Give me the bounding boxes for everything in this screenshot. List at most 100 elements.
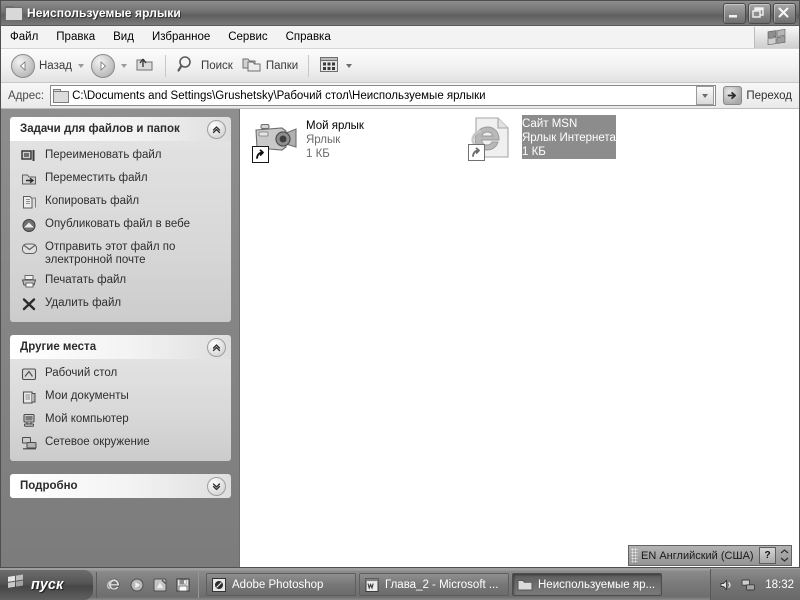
- forward-button[interactable]: [87, 53, 119, 79]
- title-bar[interactable]: Неиспользуемые ярлыки: [1, 1, 799, 26]
- restore-button[interactable]: [748, 2, 771, 24]
- task-button-label: Неиспользуемые яр...: [538, 578, 656, 591]
- forward-dropdown[interactable]: [119, 54, 130, 78]
- go-button[interactable]: Переход: [720, 85, 796, 106]
- internet-explorer-icon: [468, 115, 518, 161]
- panel-details-header[interactable]: Подробно: [10, 474, 231, 498]
- minimize-button[interactable]: [723, 2, 746, 24]
- file-type: Ярлык: [306, 134, 341, 146]
- file-size: 1 КБ: [306, 148, 330, 160]
- task-copy-file[interactable]: Копировать файл: [20, 194, 223, 211]
- start-button[interactable]: пуск: [0, 569, 93, 600]
- place-label: Рабочий стол: [45, 367, 118, 379]
- save-floppy-icon[interactable]: [174, 576, 191, 593]
- address-bar: Адрес: C:\Documents and Settings\Grushet…: [1, 83, 799, 109]
- menu-item-favorites[interactable]: Избранное: [143, 29, 219, 46]
- word-icon: [364, 577, 380, 593]
- email-icon: [20, 240, 38, 257]
- address-input[interactable]: C:\Documents and Settings\Grushetsky\Раб…: [50, 85, 717, 106]
- task-rename-file[interactable]: Переименовать файл: [20, 148, 223, 165]
- task-label: Печатать файл: [45, 274, 127, 286]
- up-button[interactable]: [130, 53, 159, 79]
- language-bar[interactable]: EN Английский (США) ?: [628, 545, 792, 566]
- task-button-photoshop[interactable]: Adobe Photoshop: [206, 573, 356, 596]
- help-button[interactable]: ?: [759, 547, 776, 564]
- show-desktop-icon[interactable]: [151, 576, 168, 593]
- desktop-icon: [20, 366, 38, 383]
- file-list[interactable]: Мой ярлык Ярлык 1 КБ Сайт MSN Ярлык Инте…: [240, 109, 799, 567]
- menu-item-file[interactable]: Файл: [1, 29, 47, 46]
- panel-file-tasks-body: Переименовать файл Переместить файл Копи…: [10, 141, 231, 322]
- forward-arrow-icon: [90, 53, 115, 78]
- rename-icon: [20, 148, 38, 165]
- place-my-documents[interactable]: Мои документы: [20, 389, 223, 406]
- place-label: Мой компьютер: [45, 413, 129, 425]
- task-buttons: Adobe Photoshop Глава_2 - Microsoft ...: [206, 573, 710, 596]
- publish-web-icon: [20, 217, 38, 234]
- clock[interactable]: 18:32: [765, 579, 794, 591]
- menu-item-help[interactable]: Справка: [277, 29, 340, 46]
- drag-handle[interactable]: [631, 548, 638, 563]
- task-publish-file-to-web[interactable]: Опубликовать файл в вебе: [20, 217, 223, 234]
- menu-item-edit[interactable]: Правка: [47, 29, 104, 46]
- address-value: C:\Documents and Settings\Grushetsky\Раб…: [72, 89, 486, 102]
- panel-file-tasks: Задачи для файлов и папок Переименовать …: [10, 117, 231, 322]
- folders-button[interactable]: Папки: [237, 53, 302, 79]
- menu-item-tools[interactable]: Сервис: [219, 29, 276, 46]
- task-label: Отправить этот файл по электронной почте: [45, 241, 176, 266]
- folder-icon: [517, 577, 533, 593]
- chevron-up-icon[interactable]: [207, 119, 226, 139]
- network-connection-icon[interactable]: [740, 577, 756, 593]
- search-label: Поиск: [200, 59, 233, 72]
- panel-title: Подробно: [20, 480, 78, 492]
- chevron-up-icon[interactable]: [207, 337, 226, 357]
- task-button-word[interactable]: Глава_2 - Microsoft ...: [359, 573, 509, 596]
- place-my-computer[interactable]: Мой компьютер: [20, 412, 223, 429]
- system-tray: 18:32: [710, 568, 800, 600]
- place-desktop[interactable]: Рабочий стол: [20, 366, 223, 383]
- network-icon: [20, 435, 38, 452]
- menu-item-view[interactable]: Вид: [104, 29, 143, 46]
- views-button[interactable]: [315, 53, 343, 79]
- place-label: Сетевое окружение: [45, 436, 150, 448]
- panel-title: Задачи для файлов и папок: [20, 123, 180, 135]
- panel-other-places-header[interactable]: Другие места: [10, 335, 231, 359]
- task-label: Опубликовать файл в вебе: [45, 218, 190, 230]
- file-item[interactable]: Мой ярлык Ярлык 1 КБ: [252, 117, 452, 163]
- close-button[interactable]: [773, 2, 796, 24]
- media-player-icon[interactable]: [128, 576, 145, 593]
- task-delete-file[interactable]: Удалить файл: [20, 296, 223, 313]
- place-network[interactable]: Сетевое окружение: [20, 435, 223, 452]
- menu-bar: Файл Правка Вид Избранное Сервис Справка: [1, 26, 799, 49]
- task-button-label: Adobe Photoshop: [232, 578, 324, 591]
- panel-title: Другие места: [20, 341, 97, 353]
- photoshop-icon: [211, 577, 227, 593]
- back-dropdown[interactable]: [76, 54, 87, 78]
- panel-details: Подробно: [10, 474, 231, 498]
- windows-flag-icon: [754, 26, 799, 48]
- task-move-file[interactable]: Переместить файл: [20, 171, 223, 188]
- views-dropdown[interactable]: [343, 54, 354, 78]
- internet-explorer-icon[interactable]: [105, 576, 122, 593]
- file-labels: Сайт MSN Ярлык Интернета 1 КБ: [522, 115, 616, 159]
- language-label: EN Английский (США): [641, 549, 754, 562]
- volume-icon[interactable]: [718, 577, 734, 593]
- task-email-file[interactable]: Отправить этот файл по электронной почте: [20, 240, 223, 267]
- language-bar-options[interactable]: [779, 549, 789, 562]
- shortcut-arrow-icon: [468, 144, 485, 161]
- address-dropdown-button[interactable]: [696, 86, 715, 105]
- panel-other-places: Другие места Рабочий стол Мои документы …: [10, 335, 231, 461]
- chevron-down-icon[interactable]: [207, 476, 226, 496]
- folders-icon: [241, 54, 262, 77]
- task-label: Копировать файл: [45, 195, 140, 207]
- task-button-explorer[interactable]: Неиспользуемые яр...: [512, 573, 663, 596]
- folders-label: Папки: [265, 59, 299, 72]
- back-button[interactable]: Назад: [7, 53, 76, 79]
- file-item[interactable]: Сайт MSN Ярлык Интернета 1 КБ: [468, 115, 668, 161]
- task-label: Переместить файл: [45, 172, 148, 184]
- panel-file-tasks-header[interactable]: Задачи для файлов и папок: [10, 117, 231, 141]
- search-button[interactable]: Поиск: [172, 53, 237, 79]
- task-print-file[interactable]: Печатать файл: [20, 273, 223, 290]
- file-size: 1 КБ: [522, 146, 546, 158]
- back-arrow-icon: [11, 53, 35, 78]
